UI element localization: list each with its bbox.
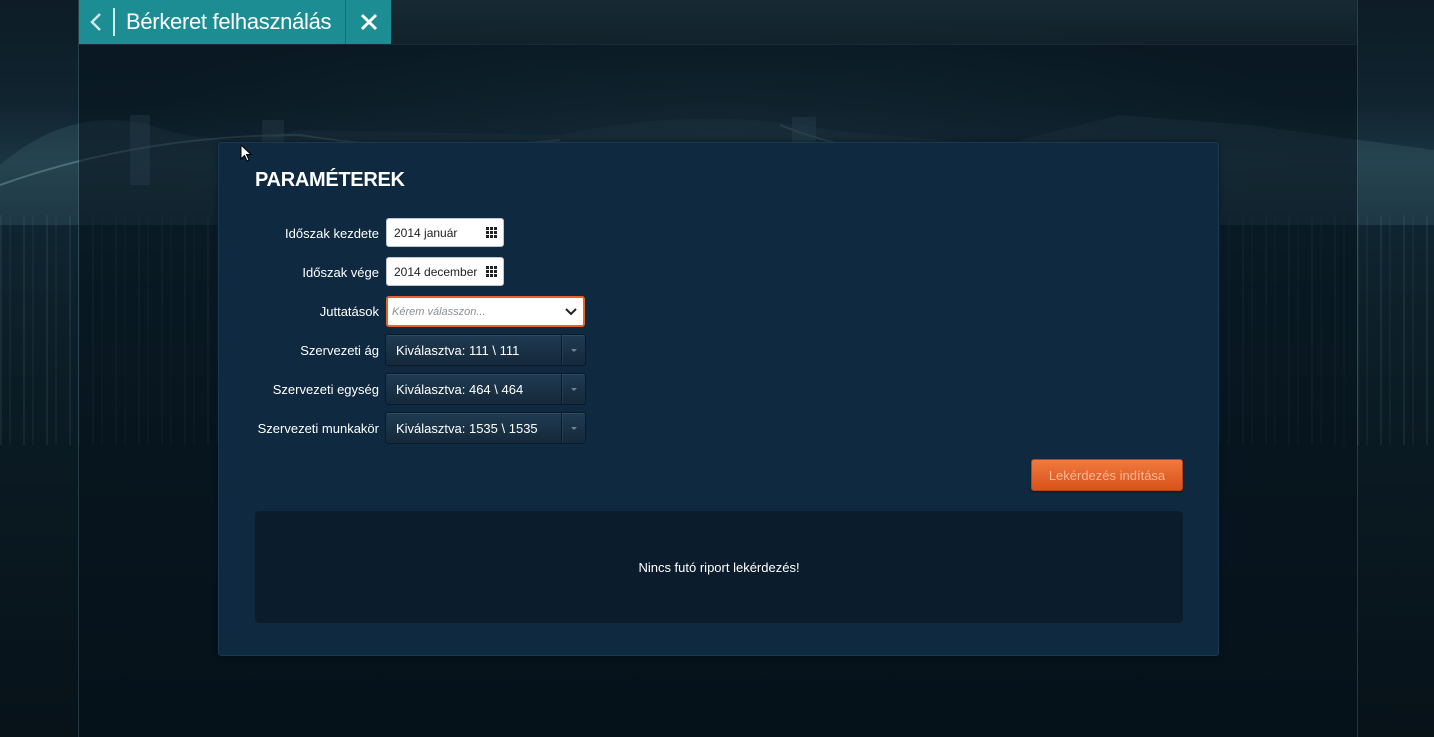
frame-right-line (1357, 0, 1358, 737)
frame-left-line (78, 0, 79, 737)
benefits-select[interactable]: Kérem válasszon... (386, 296, 585, 327)
org-position-label: Szervezeti munkakör (257, 421, 379, 436)
page-header-tab: Bérkeret felhasználás (79, 0, 392, 44)
org-branch-value: Kiválasztva: 111 \ 111 (386, 335, 562, 365)
report-status-box: Nincs futó riport lekérdezés! (255, 511, 1183, 623)
period-start-label: Időszak kezdete (285, 226, 379, 241)
org-branch-select[interactable]: Kiválasztva: 111 \ 111 (385, 334, 586, 366)
dropdown-arrow-icon[interactable] (562, 335, 585, 365)
status-message: Nincs futó riport lekérdezés! (638, 559, 800, 575)
calendar-grid-icon[interactable] (486, 227, 497, 238)
dropdown-arrow-icon[interactable] (562, 413, 585, 443)
org-branch-label: Szervezeti ág (300, 343, 379, 358)
chevron-left-icon (90, 13, 101, 31)
calendar-grid-icon[interactable] (486, 266, 497, 277)
run-query-button[interactable]: Lekérdezés indítása (1031, 459, 1183, 491)
period-end-input[interactable]: 2014 december (386, 257, 504, 286)
period-start-value: 2014 január (394, 225, 458, 240)
period-end-label: Időszak vége (302, 265, 379, 280)
close-button[interactable] (345, 0, 392, 44)
dropdown-arrow-icon[interactable] (562, 374, 585, 404)
benefits-placeholder: Kérem válasszon... (392, 305, 486, 318)
close-icon (360, 13, 377, 31)
org-unit-value: Kiválasztva: 464 \ 464 (386, 374, 562, 404)
benefits-label: Juttatások (319, 304, 379, 319)
panel-title: PARAMÉTEREK (255, 169, 405, 191)
page-title: Bérkeret felhasználás (115, 0, 346, 44)
period-end-value: 2014 december (394, 264, 478, 279)
parameters-panel: PARAMÉTEREK Időszak kezdete 2014 január … (218, 142, 1219, 656)
back-button[interactable] (79, 0, 113, 44)
chevron-down-icon (565, 307, 577, 315)
org-position-select[interactable]: Kiválasztva: 1535 \ 1535 (385, 412, 586, 444)
org-unit-label: Szervezeti egység (272, 382, 379, 397)
mouse-cursor-icon (240, 144, 253, 162)
org-unit-select[interactable]: Kiválasztva: 464 \ 464 (385, 373, 586, 405)
header-separator (113, 0, 115, 44)
period-start-input[interactable]: 2014 január (386, 218, 504, 247)
org-position-value: Kiválasztva: 1535 \ 1535 (386, 413, 562, 443)
